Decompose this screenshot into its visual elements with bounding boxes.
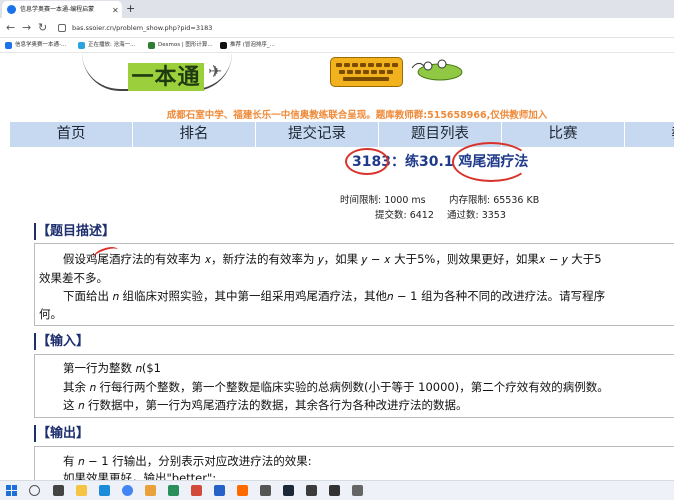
taskbar	[0, 480, 674, 500]
browser-tab[interactable]: 信息学奥赛一本通-编程启蒙 ✕	[2, 1, 122, 18]
time-limit: 时间限制: 1000 ms	[340, 195, 426, 206]
site-info-icon[interactable]	[58, 24, 66, 32]
keyboard-illustration	[330, 57, 403, 87]
menu-submissions[interactable]: 提交记录	[256, 122, 379, 147]
desmos-icon	[148, 42, 155, 49]
annotation-circle	[452, 142, 530, 182]
main-menu: 首页 排名 提交记录 题目列表 比赛 教师	[10, 122, 674, 147]
mouse-illustration	[411, 59, 463, 81]
screen: 信息学奥赛一本通-编程启蒙 ✕ + ← → ↻ bas.ssoier.cn/pr…	[0, 0, 674, 500]
menu-teacher[interactable]: 教师	[625, 122, 674, 147]
task-view-icon[interactable]	[53, 485, 64, 496]
search-icon[interactable]	[29, 485, 40, 496]
bookmark-favicon-icon	[220, 42, 227, 49]
bookmark-item[interactable]: 信息学奥赛一本通-...	[5, 40, 66, 51]
bookmark-item[interactable]: 推荐 (冒泡排序_...	[220, 40, 275, 51]
description-text: 下面给出 𝑛 组临床对照实验，其中第一组采用鸡尾酒疗法，其他𝑛 − 1 组为各种…	[63, 289, 606, 303]
menu-contest[interactable]: 比赛	[502, 122, 625, 147]
output-text: 有 𝑛 − 1 行输出，分别表示对应改进疗法的效果:	[63, 454, 312, 468]
steam-icon[interactable]	[283, 485, 294, 496]
app-icon[interactable]	[237, 485, 248, 496]
app-icon[interactable]	[329, 485, 340, 496]
back-icon[interactable]: ←	[6, 21, 15, 35]
url-input[interactable]: bas.ssoier.cn/problem_show.php?pid=3183	[56, 21, 666, 35]
bookmark-item[interactable]: 正在播放: 沧海一...	[78, 40, 135, 51]
reload-icon[interactable]: ↻	[38, 21, 47, 35]
word-icon[interactable]	[214, 485, 225, 496]
app-icon[interactable]	[306, 485, 317, 496]
memory-limit: 内存限制: 65536 KB	[449, 195, 540, 206]
app-icon[interactable]	[260, 485, 271, 496]
close-tab-icon[interactable]: ✕	[112, 2, 119, 18]
menu-ranking[interactable]: 排名	[133, 122, 256, 147]
app-icon[interactable]	[191, 485, 202, 496]
app-icon[interactable]	[352, 485, 363, 496]
bookmark-item[interactable]: Desmos | 图形计算...	[148, 40, 213, 51]
description-text: 效果差不多。	[39, 271, 108, 285]
forward-icon[interactable]: →	[22, 21, 31, 35]
menu-home[interactable]: 首页	[10, 122, 133, 147]
site-logo[interactable]: 一本通	[128, 63, 204, 91]
description-text: 何。	[39, 307, 62, 321]
app-icon[interactable]	[145, 485, 156, 496]
annotation-circle	[345, 148, 389, 175]
submission-count: 提交数: 6412	[375, 210, 434, 221]
bookmarks-bar: 信息学奥赛一本通-... 正在播放: 沧海一... Desmos | 图形计算.…	[0, 38, 674, 53]
new-tab-icon[interactable]: +	[126, 1, 135, 17]
paper-plane-icon: ✈	[208, 62, 223, 82]
input-heading: 【输入】	[34, 331, 89, 352]
output-heading: 【输出】	[34, 423, 89, 444]
file-explorer-icon[interactable]	[76, 485, 87, 496]
chrome-icon[interactable]	[122, 485, 133, 496]
app-icon[interactable]	[168, 485, 179, 496]
tab-strip: 信息学奥赛一本通-编程启蒙 ✕ +	[0, 0, 674, 18]
windows-start-icon[interactable]	[6, 485, 17, 496]
description-text: 假设鸡尾酒疗法的有效率为 𝑥，新疗法的有效率为 𝑦，如果 𝑦 − 𝑥 大于5%，…	[63, 252, 602, 266]
site-tagline: 成都石室中学、福建长乐一中信奥教练联合呈现。题库教师群:515658966,仅供…	[166, 110, 548, 121]
url-text: bas.ssoier.cn/problem_show.php?pid=3183	[72, 24, 213, 32]
input-text: 这 𝑛 行数据中，第一行为鸡尾酒疗法的数据，其余各行为各种改进疗法的数据。	[63, 398, 468, 412]
site-favicon-icon	[7, 5, 16, 14]
accepted-count: 通过数: 3353	[447, 210, 506, 221]
input-text: 第一行为整数 𝑛($1	[63, 361, 161, 375]
address-bar: ← → ↻ bas.ssoier.cn/problem_show.php?pid…	[0, 18, 674, 38]
bookmark-favicon-icon	[78, 42, 85, 49]
tab-title: 信息学奥赛一本通-编程启蒙	[20, 6, 95, 13]
edge-icon[interactable]	[99, 485, 110, 496]
description-heading: 【题目描述】	[34, 221, 115, 242]
input-text: 其余 𝑛 行每行两个整数，第一个整数是临床实验的总病例数(小于等于 10000)…	[63, 380, 609, 394]
bookmark-favicon-icon	[5, 42, 12, 49]
